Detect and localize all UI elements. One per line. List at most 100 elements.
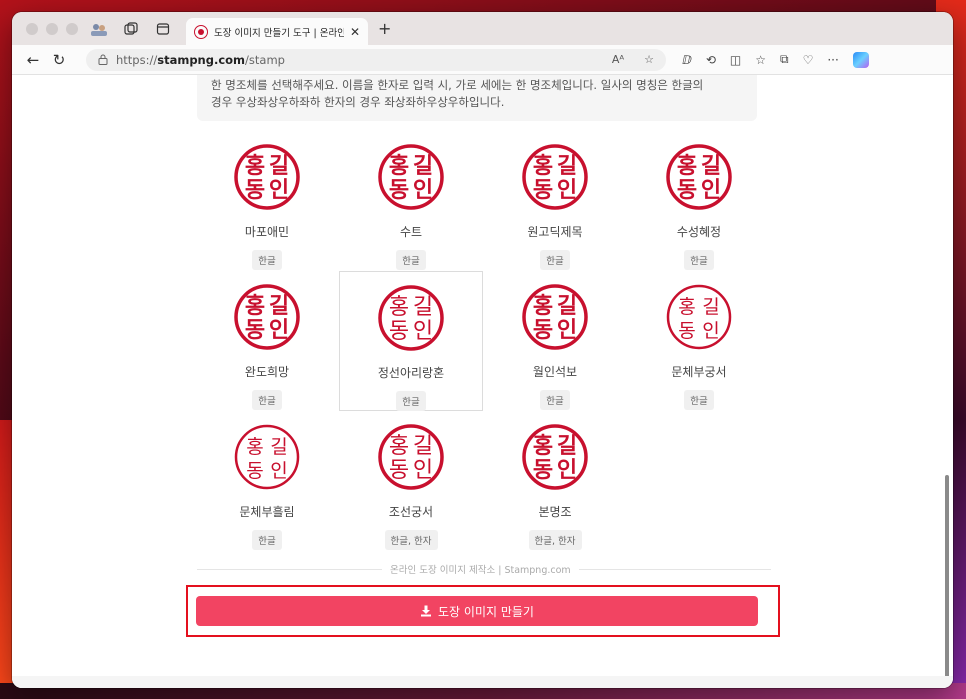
seal-character: 인 [557,458,577,483]
seal-language-tag: 한글 [396,250,426,270]
seal-character: 홍 [533,154,553,179]
seal-character: 동 [533,458,553,483]
seal-preview: 홍길동인 [665,283,733,351]
seal-option[interactable]: 홍 길 동 인문체부궁서한글 [627,271,771,411]
seal-option[interactable]: 홍 길 동 인 수트 한글 [339,131,483,271]
seal-character: 인 [413,178,433,203]
seal-font-name: 문체부흘림 [239,505,295,519]
seal-image: 홍 길동 인 [378,424,444,490]
seal-image: 홍 길동 인 [522,424,588,490]
profile-icon[interactable] [88,18,110,40]
extension-icon[interactable]: ⟲ [706,53,716,67]
seal-option[interactable]: 홍 길 동 인 원고딕제목 한글 [483,131,627,271]
lock-icon [98,54,108,65]
seal-font-name: 완도희망 [244,365,290,379]
seal-character: 홍 [533,434,553,459]
seal-font-name: 마포애민 [244,225,290,239]
extension-d-icon[interactable]: ⅅ [682,53,692,67]
performance-icon[interactable]: ♡ [803,53,814,67]
intro-text-box: 한 명조체를 선택해주세요. 이름을 한자로 입력 시, 가로 세에는 한 명조… [197,75,757,121]
page-scrollbar[interactable] [945,475,949,688]
seal-option[interactable]: 홍 길 동 인 문체부흘림 한글 [195,411,339,551]
seal-font-name: 정선아리랑혼 [377,366,445,380]
seal-character: 인 [413,458,433,483]
seal-font-name: 조선궁서 [388,505,434,519]
seal-character: 길 [557,294,577,319]
seal-option[interactable]: 홍 길 동 인 수성혜정 한글 [627,131,771,271]
seal-character: 홍 [533,294,553,319]
seal-language-tag: 한글 [684,390,714,410]
seal-language-tag: 한글 [540,390,570,410]
seal-option[interactable]: 홍 길 동 인 본명조 한글, 한자 [483,411,627,551]
seal-image: 홍 길동 인 [234,424,300,490]
seal-character: 길 [701,154,721,179]
seal-character: 길 [557,154,577,179]
seal-image: 홍 길동 인 [522,284,588,350]
seal-language-tag: 한글 [540,250,570,270]
seal-preview: 홍길동인 [233,283,301,351]
intro-line-2: 경우 우상좌상우하좌하 한자의 경우 좌상좌하우상우하입니다. [211,95,505,109]
seal-character: 홍 [245,294,265,319]
seal-option[interactable]: 홍 길 동 인월인석보한글 [483,271,627,411]
seal-character: 동 [389,458,409,483]
split-screen-icon[interactable]: ◫ [730,53,741,67]
seal-character: 홍 [389,295,409,320]
address-bar-row: ← ↻ https://stampng.com/stamp Aᴬ ☆ ⅅ ⟲ ◫… [12,45,953,75]
tab-bar: 도장 이미지 만들기 도구 | 온라인 도장 ✕ + [12,12,953,45]
new-tab-icon[interactable]: + [378,19,391,38]
seal-preview: 홍길동인 [521,423,589,491]
tab-close-icon[interactable]: ✕ [350,25,360,39]
maximize-window-button[interactable] [66,22,78,35]
make-stamp-button[interactable]: 도장 이미지 만들기 [196,596,758,626]
seal-character: 길 [269,294,289,319]
seal-character: 인 [269,178,289,203]
seal-character: 인 [269,318,289,343]
read-aloud-icon[interactable]: Aᴬ [612,53,624,66]
close-window-button[interactable] [26,22,38,35]
download-icon [421,605,432,617]
seal-option[interactable]: 홍 길 동 인완도희망한글 [195,271,339,411]
seal-character: 길 [702,296,719,318]
tab-actions-icon[interactable] [152,18,174,40]
seal-option[interactable]: 홍 길 동 인조선궁서한글, 한자 [339,411,483,551]
seal-image: 홍 길동 인 [378,144,444,210]
url-protocol: https:// [116,52,158,67]
seal-language-tag: 한글, 한자 [384,530,438,550]
browser-window: 도장 이미지 만들기 도구 | 온라인 도장 ✕ + ← ↻ https://s… [12,12,953,688]
seal-option[interactable]: 홍 길 동 인정선아리랑혼한글 [339,271,483,411]
make-stamp-label: 도장 이미지 만들기 [438,604,534,619]
seal-character: 홍 [678,296,695,318]
seal-font-name: 본명조 [538,505,572,519]
seal-image: 홍 길동 인 [522,144,588,210]
refresh-icon[interactable]: ↻ [46,51,72,69]
collections-icon[interactable]: ⧉ [780,52,789,67]
seal-option[interactable]: 홍 길 동 인마포애민한글 [195,131,339,271]
more-menu-icon[interactable]: ··· [827,53,838,67]
seal-image: 홍 길동 인 [666,284,732,350]
seal-font-name: 수성혜정 [676,225,722,239]
seal-language-tag: 한글 [252,250,282,270]
copilot-icon[interactable] [852,51,869,68]
seal-character: 홍 [389,154,409,179]
page-viewport: 한 명조체를 선택해주세요. 이름을 한자로 입력 시, 가로 세에는 한 명조… [12,75,953,688]
seal-preview: 홍길동인 [233,423,301,491]
seal-image: 홍 길동 인 [666,144,732,210]
seal-preview: 홍길동인 [521,283,589,351]
workspaces-icon[interactable] [120,18,142,40]
seal-character: 동 [245,318,265,343]
seal-preview: 홍길동인 [377,284,445,352]
minimize-window-button[interactable] [46,22,58,35]
seal-character: 동 [389,178,409,203]
seal-font-name: 월인석보 [532,365,578,379]
seal-language-tag: 한글 [252,390,282,410]
favorites-icon[interactable]: ☆ [755,53,766,67]
favorite-star-icon[interactable]: ☆ [644,53,654,66]
tab-active[interactable]: 도장 이미지 만들기 도구 | 온라인 도장 ✕ [186,18,368,45]
seal-preview: 홍길동인 [233,143,301,211]
seal-font-name: 문체부궁서 [671,365,727,379]
url-field[interactable]: https://stampng.com/stamp Aᴬ ☆ [86,48,666,71]
window-controls[interactable] [26,22,78,35]
seal-character: 동 [246,460,263,482]
seal-language-tag: 한글 [396,391,426,411]
back-arrow-icon[interactable]: ← [20,51,46,69]
